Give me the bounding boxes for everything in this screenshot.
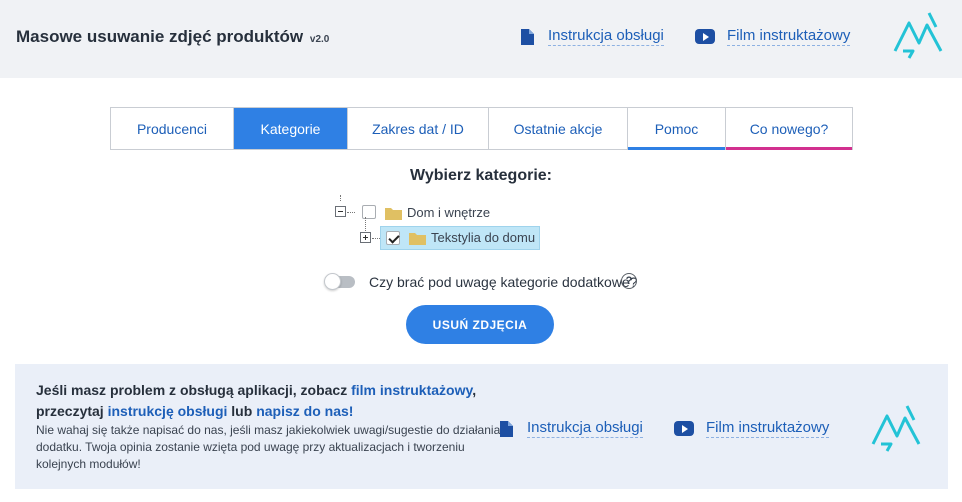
footer-manual-link-label: Instrukcja obsługi	[527, 419, 643, 438]
document-icon	[521, 28, 534, 45]
footer-contact-inline-link[interactable]: napisz do nas!	[256, 403, 353, 419]
folder-icon	[409, 233, 426, 245]
tab-co-nowego[interactable]: Co nowego?	[726, 108, 852, 150]
tree-collapse-icon[interactable]	[335, 206, 346, 217]
tab-ostatnie-akcje[interactable]: Ostatnie akcje	[489, 108, 628, 149]
footer-manual-link[interactable]: Instrukcja obsługi	[500, 419, 643, 438]
extra-categories-toggle[interactable]	[324, 273, 355, 290]
footer-video-link[interactable]: Film instruktażowy	[674, 419, 830, 438]
tree-expand-icon[interactable]	[360, 232, 371, 243]
toggle-knob	[324, 273, 341, 290]
help-icon[interactable]: ?	[621, 273, 637, 289]
tree-connector	[347, 212, 355, 213]
main-tabs: Producenci Kategorie Zakres dat / ID Ost…	[110, 107, 853, 150]
header-video-link[interactable]: Film instruktażowy	[695, 27, 851, 46]
app-version: v2.0	[309, 34, 330, 45]
category-checkbox-tekstylia[interactable]	[386, 231, 400, 245]
footer-head-text: Jeśli masz problem z obsługą aplikacji, …	[36, 382, 352, 398]
footer-body-text: Nie wahaj się także napisać do nas, jeśl…	[36, 423, 501, 471]
tab-zakres-dat[interactable]: Zakres dat / ID	[348, 108, 489, 149]
delete-images-button[interactable]: USUŃ ZDJĘCIA	[406, 305, 554, 344]
app-title-text: Masowe usuwanie zdjęć produktów	[16, 27, 304, 46]
brand-logo-icon	[893, 12, 943, 59]
category-label-tekstylia[interactable]: Tekstylia do domu	[431, 230, 535, 245]
video-play-icon	[695, 29, 715, 44]
category-label-dom[interactable]: Dom i wnętrze	[407, 205, 490, 220]
video-play-icon	[674, 421, 694, 436]
document-icon	[500, 420, 513, 437]
tab-kategorie[interactable]: Kategorie	[234, 108, 348, 149]
header-manual-link[interactable]: Instrukcja obsługi	[521, 27, 664, 46]
footer-head-text: lub	[227, 403, 257, 419]
tab-producenci[interactable]: Producenci	[111, 108, 234, 149]
brand-logo-icon	[871, 405, 921, 452]
header-manual-link-label: Instrukcja obsługi	[548, 27, 664, 46]
folder-icon	[385, 208, 402, 220]
app-header: Masowe usuwanie zdjęć produktów v2.0 Ins…	[0, 0, 962, 78]
app-title: Masowe usuwanie zdjęć produktów v2.0	[16, 27, 329, 47]
extra-categories-label: Czy brać pod uwagę kategorie dodatkowe?	[369, 274, 638, 290]
footer-headline: Jeśli masz problem z obsługą aplikacji, …	[36, 380, 506, 422]
help-footer: Jeśli masz problem z obsługą aplikacji, …	[15, 364, 948, 489]
header-video-link-label: Film instruktażowy	[727, 27, 851, 46]
tree-connector	[372, 238, 380, 239]
footer-manual-inline-link[interactable]: instrukcję obsługi	[108, 403, 228, 419]
tab-pomoc[interactable]: Pomoc	[628, 108, 726, 150]
footer-video-inline-link[interactable]: film instruktażowy	[351, 382, 472, 398]
section-title: Wybierz kategorie:	[410, 167, 552, 184]
tree-connector	[340, 195, 341, 201]
footer-video-link-label: Film instruktażowy	[706, 419, 830, 438]
